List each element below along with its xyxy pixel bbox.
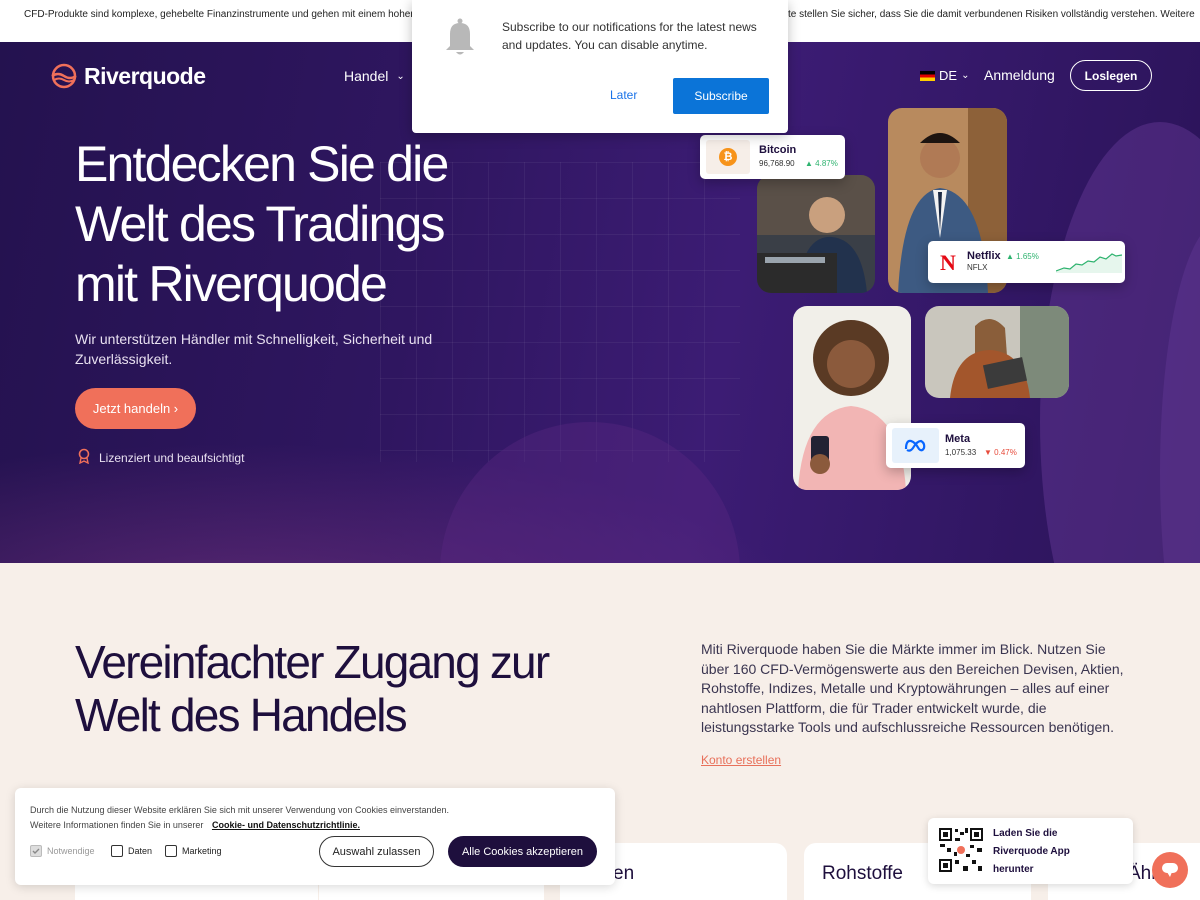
checkbox-checked-icon — [30, 845, 42, 857]
meta-name: Meta — [945, 433, 971, 445]
cookie-option-necessary: Notwendige — [30, 845, 95, 857]
meta-logo-icon — [904, 439, 926, 452]
licensed-label: Lizenziert und beaufsichtigt — [99, 450, 245, 465]
award-icon — [77, 448, 91, 467]
cookie-option-label: Daten — [128, 846, 153, 856]
risk-text-right: te stellen Sie sicher, dass Sie die dami… — [788, 9, 1195, 20]
nav-handel-label: Handel — [344, 68, 389, 84]
chat-button[interactable] — [1152, 852, 1188, 888]
notification-popup: Subscribe to our notifications for the l… — [412, 0, 788, 133]
language-label: DE — [939, 68, 958, 83]
cookie-option-label: Marketing — [182, 846, 222, 856]
checkbox-icon[interactable] — [111, 845, 123, 857]
meta-value: 1,075.33 — [945, 448, 977, 457]
bitcoin-value: 96,768.90 — [759, 159, 795, 168]
netflix-sparkline — [1056, 253, 1122, 273]
netflix-change: ▲ 1.65% — [1006, 252, 1039, 261]
create-account-link[interactable]: Konto erstellen — [701, 753, 781, 767]
subscribe-button[interactable]: Subscribe — [673, 78, 769, 114]
chevron-down-icon: ⌄ — [961, 70, 970, 81]
section-heading: Vereinfachter Zugang zur Welt des Handel… — [75, 636, 550, 741]
cookie-banner: Durch die Nutzung dieser Website erkläre… — [15, 788, 615, 885]
cookie-option-data[interactable]: Daten — [111, 845, 152, 857]
cookie-text: Durch die Nutzung dieser Website erkläre… — [30, 803, 590, 833]
allow-selection-button[interactable]: Auswahl zulassen — [319, 836, 434, 867]
bitcoin-icon: ₿ — [719, 148, 737, 166]
trade-now-button[interactable]: Jetzt handeln › — [75, 388, 196, 429]
language-selector[interactable]: DE ⌄ — [920, 68, 969, 83]
nav-handel[interactable]: Handel ⌄ — [344, 68, 405, 84]
logo-mark-icon — [50, 62, 78, 90]
start-button[interactable]: Loslegen — [1070, 60, 1152, 91]
netflix-name: Netflix — [967, 250, 1001, 262]
hero-title: Entdecken Sie die Welt des Tradings mit … — [75, 136, 449, 312]
cookie-text-line2: Weitere Informationen finden Sie in unse… — [30, 820, 204, 830]
accept-all-cookies-button[interactable]: Alle Cookies akzeptieren — [448, 836, 597, 867]
later-button[interactable]: Later — [610, 88, 637, 102]
app-download-promo[interactable]: Laden Sie die Riverquode App herunter — [928, 818, 1133, 884]
bitcoin-name: Bitcoin — [759, 144, 797, 156]
trader-photo-laptop — [757, 175, 875, 293]
section-paragraph: Miti Riverquode haben Sie die Märkte imm… — [701, 641, 1124, 735]
market-tile-label: Rohstoffe — [822, 863, 903, 884]
checkbox-icon[interactable] — [165, 845, 177, 857]
chat-bubble-icon — [1162, 863, 1178, 877]
risk-text-left: CFD-Produkte sind komplexe, gehebelte Fi… — [24, 9, 436, 20]
bell-icon — [446, 18, 474, 55]
logo[interactable]: Riverquode — [50, 62, 206, 90]
meta-change: ▼ 0.47% — [984, 448, 1017, 457]
cookie-text-line1: Durch die Nutzung dieser Website erkläre… — [30, 805, 450, 815]
chevron-down-icon: ⌄ — [396, 70, 405, 82]
cookie-policy-link[interactable]: Cookie- und Datenschutzrichtlinie. — [212, 820, 360, 830]
login-link[interactable]: Anmeldung — [984, 67, 1055, 83]
netflix-logo-icon: N — [940, 250, 956, 275]
woman-tablet-photo — [925, 306, 1069, 398]
bitcoin-change: ▲ 4.87% — [805, 159, 838, 168]
netflix-card[interactable]: N Netflix NFLX ▲ 1.65% — [928, 241, 1125, 283]
app-promo-text: Laden Sie die Riverquode App herunter — [993, 828, 1070, 875]
bitcoin-card[interactable]: ₿ Bitcoin 96,768.90 ▲ 4.87% — [700, 135, 845, 179]
netflix-ticker: NFLX — [967, 263, 988, 272]
meta-card[interactable]: Meta 1,075.33 ▼ 0.47% — [886, 423, 1025, 468]
market-tile-label: en — [613, 863, 635, 884]
qr-code-icon — [937, 826, 985, 874]
cookie-option-label: Notwendige — [47, 846, 95, 856]
cookie-option-marketing[interactable]: Marketing — [165, 845, 222, 857]
hero-subtitle: Wir unterstützen Händler mit Schnelligke… — [75, 331, 433, 367]
german-flag-icon — [920, 70, 935, 81]
licensed-badge: Lizenziert und beaufsichtigt — [77, 448, 244, 467]
logo-text: Riverquode — [84, 62, 206, 89]
notification-message: Subscribe to our notifications for the l… — [502, 20, 757, 52]
